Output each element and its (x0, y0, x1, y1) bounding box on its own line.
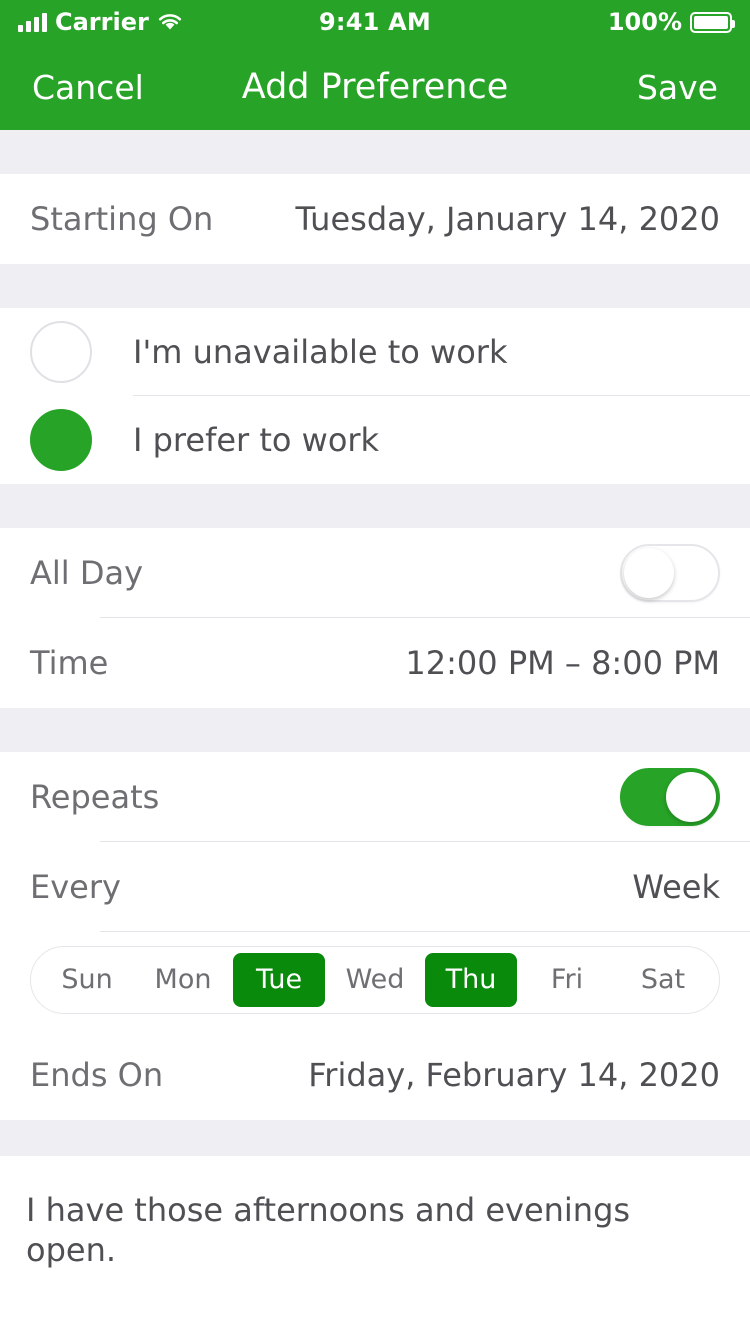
time-label: Time (30, 644, 109, 682)
cancel-button[interactable]: Cancel (32, 68, 144, 107)
all-day-label: All Day (30, 554, 144, 592)
navigation-bar: Cancel Add Preference Save (0, 44, 750, 130)
section-gap (0, 708, 750, 752)
all-day-row[interactable]: All Day (0, 528, 750, 618)
day-button-fri[interactable]: Fri (521, 953, 613, 1007)
day-button-tue[interactable]: Tue (233, 953, 325, 1007)
note-field[interactable]: I have those afternoons and evenings ope… (0, 1156, 750, 1270)
day-button-mon[interactable]: Mon (137, 953, 229, 1007)
day-picker: Sun Mon Tue Wed Thu Fri Sat (30, 946, 720, 1014)
radio-option-unavailable[interactable]: I'm unavailable to work (0, 308, 750, 396)
radio-option-label: I'm unavailable to work (133, 333, 508, 371)
ends-on-label: Ends On (30, 1056, 164, 1094)
time-section: All Day Time 12:00 PM – 8:00 PM (0, 528, 750, 708)
section-gap (0, 1120, 750, 1156)
radio-option-prefer[interactable]: I prefer to work (0, 396, 750, 484)
section-gap (0, 264, 750, 308)
repeats-label: Repeats (30, 778, 160, 816)
repeats-row[interactable]: Repeats (0, 752, 750, 842)
radio-unchecked-icon[interactable] (30, 321, 92, 383)
starting-on-value: Tuesday, January 14, 2020 (295, 200, 720, 238)
every-label: Every (30, 868, 121, 906)
time-row[interactable]: Time 12:00 PM – 8:00 PM (0, 618, 750, 708)
time-value: 12:00 PM – 8:00 PM (405, 644, 720, 682)
radio-option-label: I prefer to work (133, 421, 380, 459)
every-row[interactable]: Every Week (0, 842, 750, 932)
every-value: Week (632, 868, 720, 906)
starting-on-section: Starting On Tuesday, January 14, 2020 (0, 174, 750, 264)
toggle-knob (624, 548, 674, 598)
starting-on-row[interactable]: Starting On Tuesday, January 14, 2020 (0, 174, 750, 264)
all-day-toggle[interactable] (620, 544, 720, 602)
preference-section: I'm unavailable to work I prefer to work (0, 308, 750, 484)
day-button-sat[interactable]: Sat (617, 953, 709, 1007)
repeat-section: Repeats Every Week Sun Mon Tue Wed Thu F… (0, 752, 750, 1120)
day-button-wed[interactable]: Wed (329, 953, 421, 1007)
status-bar-right: 100% (607, 8, 735, 36)
radio-checked-icon[interactable] (30, 409, 92, 471)
day-picker-wrapper: Sun Mon Tue Wed Thu Fri Sat (0, 932, 750, 1030)
day-button-thu[interactable]: Thu (425, 953, 517, 1007)
status-bar: Carrier 9:41 AM 100% (0, 0, 750, 44)
save-button[interactable]: Save (637, 68, 718, 107)
starting-on-label: Starting On (30, 200, 214, 238)
toggle-knob (666, 772, 716, 822)
section-gap (0, 484, 750, 528)
battery-percent-label: 100% (607, 8, 682, 36)
ends-on-value: Friday, February 14, 2020 (308, 1056, 720, 1094)
app-screen: Carrier 9:41 AM 100% Cancel Add Preferen… (0, 0, 750, 1334)
day-button-sun[interactable]: Sun (41, 953, 133, 1007)
repeats-toggle[interactable] (620, 768, 720, 826)
ends-on-row[interactable]: Ends On Friday, February 14, 2020 (0, 1030, 750, 1120)
section-gap (0, 130, 750, 174)
battery-full-icon (690, 11, 735, 33)
row-divider (100, 931, 750, 932)
